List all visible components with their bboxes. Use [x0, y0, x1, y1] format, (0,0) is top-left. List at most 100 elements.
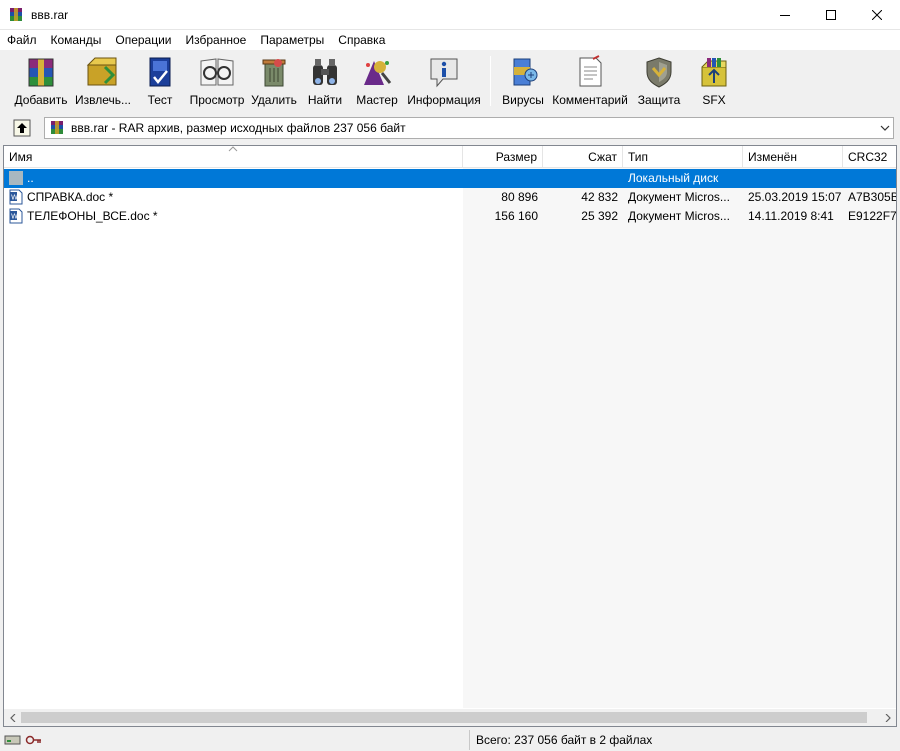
column-size[interactable]: Размер — [463, 146, 543, 168]
wizard-icon — [357, 53, 397, 91]
status-text: Всего: 237 056 байт в 2 файлах — [476, 733, 653, 747]
comment-icon — [570, 53, 610, 91]
scroll-right-arrow-icon[interactable] — [879, 709, 896, 726]
sort-ascending-icon — [228, 146, 238, 152]
wizard-button[interactable]: Мастер — [350, 50, 404, 110]
svg-text:W: W — [11, 213, 18, 221]
comment-button[interactable]: Комментарий — [549, 50, 631, 110]
protect-button[interactable]: Защита — [631, 50, 687, 110]
column-crc[interactable]: CRC32 — [843, 146, 896, 168]
find-icon — [305, 53, 345, 91]
menu-options[interactable]: Параметры — [253, 30, 331, 50]
status-left — [0, 730, 470, 750]
row-type: Локальный диск — [628, 171, 719, 185]
address-bar: ввв.rar - RAR архив, размер исходных фай… — [0, 114, 900, 142]
status-bar: Всего: 237 056 байт в 2 файлах — [0, 729, 900, 751]
row-type: Документ Micros... — [628, 209, 730, 223]
menu-help[interactable]: Справка — [331, 30, 392, 50]
row-size: 80 896 — [501, 190, 538, 204]
menu-commands[interactable]: Команды — [44, 30, 109, 50]
menu-operations[interactable]: Операции — [108, 30, 178, 50]
add-label: Добавить — [14, 93, 68, 107]
view-icon — [197, 53, 237, 91]
column-modified[interactable]: Изменён — [743, 146, 843, 168]
protect-label: Защита — [637, 93, 681, 107]
row-modified: 14.11.2019 8:41 — [748, 209, 834, 223]
list-header: Имя Размер Сжат Тип Изменён CRC32 — [4, 146, 896, 168]
close-button[interactable] — [854, 0, 900, 30]
sfx-button[interactable]: SFX — [687, 50, 741, 110]
row-crc: A7B305BI — [848, 190, 897, 204]
find-button[interactable]: Найти — [300, 50, 350, 110]
delete-label: Удалить — [251, 93, 297, 107]
menu-favorites[interactable]: Избранное — [179, 30, 254, 50]
winrar-app-icon — [8, 7, 24, 23]
maximize-button[interactable] — [808, 0, 854, 30]
title-bar: ввв.rar — [0, 0, 900, 30]
minimize-button[interactable] — [762, 0, 808, 30]
row-crc: E9122F76 — [848, 209, 897, 223]
minimize-icon — [780, 14, 790, 16]
row-name: ТЕЛЕФОНЫ_ВСЕ.doc * — [27, 209, 158, 223]
column-type[interactable]: Тип — [623, 146, 743, 168]
row-packed — [543, 169, 623, 188]
test-icon — [140, 53, 180, 91]
view-label: Просмотр — [189, 93, 245, 107]
scroll-thumb[interactable] — [21, 712, 867, 723]
file-list[interactable]: Имя Размер Сжат Тип Изменён CRC32 .. Лок… — [3, 145, 897, 727]
key-icon[interactable] — [25, 734, 43, 746]
rar-archive-icon — [49, 120, 65, 136]
add-button[interactable]: Добавить — [10, 50, 72, 110]
sfx-icon — [694, 53, 734, 91]
scroll-track[interactable] — [21, 709, 879, 726]
sfx-label: SFX — [702, 93, 726, 107]
extract-button[interactable]: Извлечь... — [72, 50, 134, 110]
row-size — [463, 169, 543, 188]
up-arrow-icon — [13, 119, 31, 137]
info-button[interactable]: Информация — [404, 50, 484, 110]
chevron-down-icon[interactable] — [877, 118, 893, 138]
row-packed: 42 832 — [581, 190, 618, 204]
path-combobox[interactable]: ввв.rar - RAR архив, размер исходных фай… — [44, 117, 894, 139]
list-row-file[interactable]: W СПРАВКА.doc * 80 896 42 832 Документ M… — [4, 188, 897, 207]
up-folder-button[interactable] — [11, 118, 33, 138]
extract-icon — [83, 53, 123, 91]
scroll-left-arrow-icon[interactable] — [4, 709, 21, 726]
row-name: СПРАВКА.doc * — [27, 190, 114, 204]
menu-bar: Файл Команды Операции Избранное Параметр… — [0, 30, 900, 50]
path-text: ввв.rar - RAR архив, размер исходных фай… — [71, 121, 406, 135]
menu-file[interactable]: Файл — [0, 30, 44, 50]
close-icon — [872, 9, 882, 20]
horizontal-scrollbar[interactable] — [4, 709, 896, 726]
row-type: Документ Micros... — [628, 190, 730, 204]
window-title: ввв.rar — [31, 7, 69, 22]
comment-label: Комментарий — [552, 93, 628, 107]
test-label: Тест — [147, 93, 173, 107]
row-modified — [743, 169, 843, 188]
row-modified: 25.03.2019 15:07 — [748, 190, 842, 204]
list-row-file[interactable]: W ТЕЛЕФОНЫ_ВСЕ.doc * 156 160 25 392 Доку… — [4, 207, 897, 226]
row-packed: 25 392 — [581, 209, 618, 223]
wizard-label: Мастер — [356, 93, 398, 107]
column-packed[interactable]: Сжат — [543, 146, 623, 168]
virus-scan-button[interactable]: Вирусы — [497, 50, 549, 110]
info-icon — [424, 53, 464, 91]
delete-button[interactable]: Удалить — [248, 50, 300, 110]
list-shaded-area — [463, 168, 896, 708]
list-row-parent[interactable]: .. Локальный диск — [4, 169, 896, 188]
toolbar: Добавить Извлечь... Тест Просмотр Удалит… — [0, 50, 900, 112]
toolbar-separator — [490, 56, 491, 106]
find-label: Найти — [307, 93, 343, 107]
drive-icon[interactable] — [4, 734, 22, 746]
info-label: Информация — [407, 93, 481, 107]
extract-label: Извлечь... — [74, 93, 131, 107]
row-size: 156 160 — [494, 209, 538, 223]
row-crc — [843, 169, 896, 188]
virus-scan-label: Вирусы — [502, 93, 544, 107]
add-archive-icon — [21, 53, 61, 91]
view-button[interactable]: Просмотр — [186, 50, 248, 110]
test-button[interactable]: Тест — [134, 50, 186, 110]
svg-text:W: W — [11, 194, 18, 202]
row-name: .. — [27, 171, 34, 185]
maximize-icon — [826, 9, 836, 20]
